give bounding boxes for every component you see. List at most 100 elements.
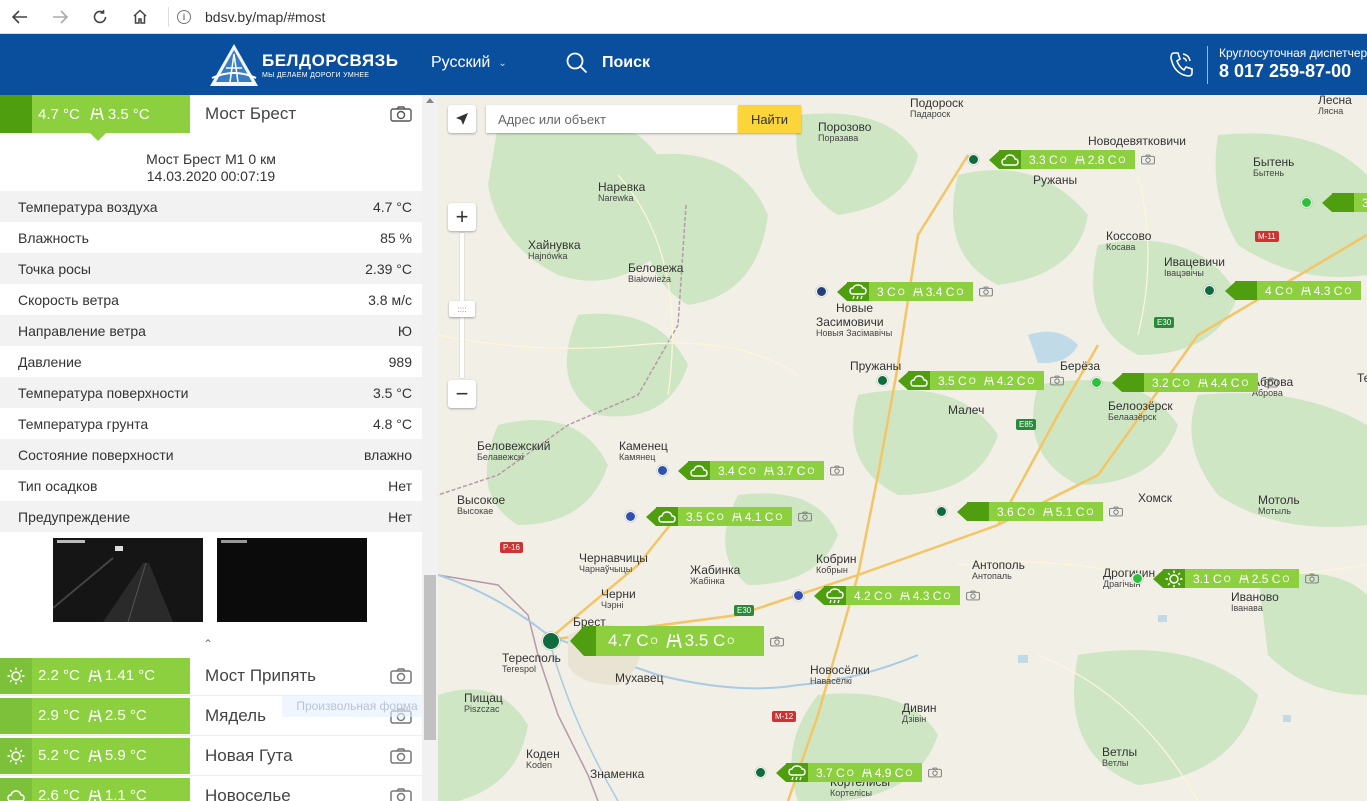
marker-flag[interactable]: 3 C O 3.4 CO — [837, 282, 974, 301]
marker-dot[interactable] — [1091, 377, 1102, 388]
locate-button[interactable] — [448, 105, 476, 133]
marker-air-temp: 4 C — [1265, 283, 1284, 298]
dispatcher-phone[interactable]: 8 017 259-87-00 — [1219, 61, 1367, 82]
find-button[interactable]: Найти — [738, 105, 801, 133]
marker-camera-icon[interactable] — [770, 636, 785, 647]
degree-mark: O — [968, 375, 976, 386]
road-number-label: E85 — [1016, 419, 1037, 430]
marker-camera-icon[interactable] — [798, 511, 813, 522]
weather-station-marker[interactable]: 4 C O 4.3 CO — [1204, 281, 1367, 300]
marker-camera-icon[interactable] — [928, 767, 943, 778]
collapse-chevron-icon[interactable]: ⌃ — [203, 637, 213, 651]
camera-icon[interactable] — [390, 106, 412, 122]
weather-station-marker[interactable]: 3 — [1301, 193, 1367, 212]
marker-flag[interactable]: 3.5 C O 4.1 CO — [646, 507, 793, 526]
marker-road-icon — [912, 287, 923, 296]
language-select[interactable]: Русский ⌄ — [431, 54, 507, 72]
marker-camera-icon[interactable] — [1050, 375, 1065, 386]
camera-icon[interactable] — [390, 667, 412, 684]
weather-station-marker[interactable]: 3.6 C O 5.1 CO — [936, 502, 1124, 521]
map-place-label: Дивин Дзівін — [902, 702, 937, 725]
marker-dot[interactable] — [1301, 197, 1312, 208]
marker-dot[interactable] — [877, 375, 888, 386]
marker-flag[interactable]: 3.3 C O 2.8 CO — [989, 150, 1136, 169]
scrollbar-thumb[interactable] — [424, 575, 436, 740]
degree-mark: O — [956, 286, 964, 297]
marker-flag[interactable]: 3.2 C O 4.4 CO — [1112, 373, 1259, 392]
place-alt-name: Антопаль — [972, 571, 1012, 581]
back-button[interactable] — [0, 0, 40, 34]
station-list-item[interactable]: 5.2 °C 5.9 °C Новая Гута — [0, 736, 422, 776]
place-name: Высокое — [457, 493, 506, 507]
phone-separator — [1207, 46, 1208, 84]
marker-flag[interactable]: 3.7 C O 4.9 CO — [776, 763, 923, 782]
road-number-label: M-12 — [772, 711, 797, 722]
search-button[interactable]: Поиск — [566, 52, 650, 74]
home-button[interactable] — [120, 0, 160, 34]
marker-camera-icon[interactable] — [1141, 154, 1156, 165]
marker-camera-icon[interactable] — [1109, 506, 1124, 517]
camera-image-1[interactable] — [53, 538, 203, 622]
info-icon[interactable]: i — [177, 9, 191, 24]
weather-station-marker[interactable]: 3.7 C O 4.9 CO — [755, 763, 943, 782]
weather-station-marker[interactable]: 4.2 C O 4.3 CO — [793, 586, 981, 605]
camera-image-2[interactable] — [217, 538, 367, 622]
weather-station-marker[interactable]: 3.5 C O 4.2 CO — [877, 371, 1065, 390]
scroll-up-icon[interactable] — [426, 98, 434, 103]
marker-dot[interactable] — [1132, 573, 1143, 584]
zoom-out-button[interactable]: − — [448, 380, 476, 408]
marker-flag[interactable]: 3.5 C O 4.2 CO — [898, 371, 1045, 390]
map-place-label: Лесна Лясна — [1318, 95, 1352, 117]
forward-button[interactable] — [40, 0, 80, 34]
marker-camera-icon[interactable] — [830, 465, 845, 476]
map[interactable]: Подороск Падароск Порозово Поразава Новодевя… — [438, 95, 1367, 801]
marker-dot[interactable] — [968, 154, 979, 165]
marker-dot[interactable] — [1204, 285, 1215, 296]
marker-dot[interactable] — [657, 465, 668, 476]
reload-button[interactable] — [80, 0, 120, 34]
marker-camera-icon[interactable] — [979, 286, 994, 297]
marker-dot[interactable] — [542, 632, 560, 650]
logo[interactable]: БЕЛДОРСВЯЗЬ МЫ ДЕЛАЕМ ДОРОГИ УМНЕЕ — [208, 42, 398, 88]
station-list-item[interactable]: 2.6 °C 1.1 °C Новоселье — [0, 776, 422, 801]
marker-flag[interactable]: 3.6 C O 5.1 CO — [957, 502, 1104, 521]
sidebar-scrollbar[interactable] — [422, 95, 438, 801]
marker-road-icon — [1042, 507, 1053, 516]
place-alt-name: Жабінка — [690, 576, 725, 586]
address-input[interactable]: Адрес или объект — [486, 105, 738, 133]
marker-dot[interactable] — [816, 286, 827, 297]
weather-station-marker[interactable]: 3.3 C O 2.8 CO — [968, 150, 1156, 169]
weather-station-marker[interactable]: 3.2 C O 4.4 CO — [1091, 373, 1279, 392]
url-field[interactable]: bdsv.by/map/#most — [205, 9, 325, 25]
marker-dot[interactable] — [625, 511, 636, 522]
selected-station-header[interactable]: 4.7 °C 3.5 °C Мост Брест — [0, 95, 422, 141]
marker-road-icon — [1074, 155, 1085, 164]
weather-station-marker[interactable]: 3 C O 3.4 CO — [816, 282, 994, 301]
weather-station-marker[interactable]: 3.1 C O 2.5 CO — [1132, 569, 1320, 588]
marker-dot[interactable] — [755, 767, 766, 778]
weather-station-marker[interactable]: 3.5 C O 4.1 CO — [625, 507, 813, 526]
marker-flag[interactable]: 3 — [1322, 193, 1367, 212]
marker-camera-icon[interactable] — [1305, 573, 1320, 584]
marker-dot[interactable] — [936, 506, 947, 517]
station-list-item[interactable]: 2.2 °C 1.41 °C Мост Припять — [0, 656, 422, 696]
zoom-in-button[interactable]: + — [448, 203, 476, 231]
marker-flag[interactable]: 3.1 C O 2.5 CO — [1153, 569, 1300, 588]
zoom-handle[interactable]: :::: — [449, 301, 475, 317]
marker-road-temp: 5.1 C — [1055, 504, 1085, 519]
marker-flag[interactable]: 4 C O 4.3 CO — [1225, 281, 1362, 300]
marker-flag[interactable]: 4.2 C O 4.3 CO — [814, 586, 961, 605]
air-temperature: 2.9 °C — [38, 707, 80, 724]
marker-camera-icon[interactable] — [966, 590, 981, 601]
marker-flag[interactable]: 4.7 C O 3.5 CO — [570, 626, 765, 656]
camera-icon[interactable] — [390, 787, 412, 801]
map-place-label: Коссово Косава — [1106, 230, 1151, 253]
weather-station-marker[interactable]: 3.4 C O 3.7 CO — [657, 461, 845, 480]
weather-station-marker[interactable]: 4.7 C O 3.5 CO — [542, 626, 785, 656]
camera-icon[interactable] — [390, 747, 412, 764]
place-alt-name: Новыя Засімавічы — [816, 328, 893, 338]
marker-flag[interactable]: 3.4 C O 3.7 CO — [678, 461, 825, 480]
marker-camera-icon[interactable] — [1264, 377, 1279, 388]
marker-air-temp: 3.5 C — [938, 373, 967, 388]
marker-dot[interactable] — [793, 590, 804, 601]
